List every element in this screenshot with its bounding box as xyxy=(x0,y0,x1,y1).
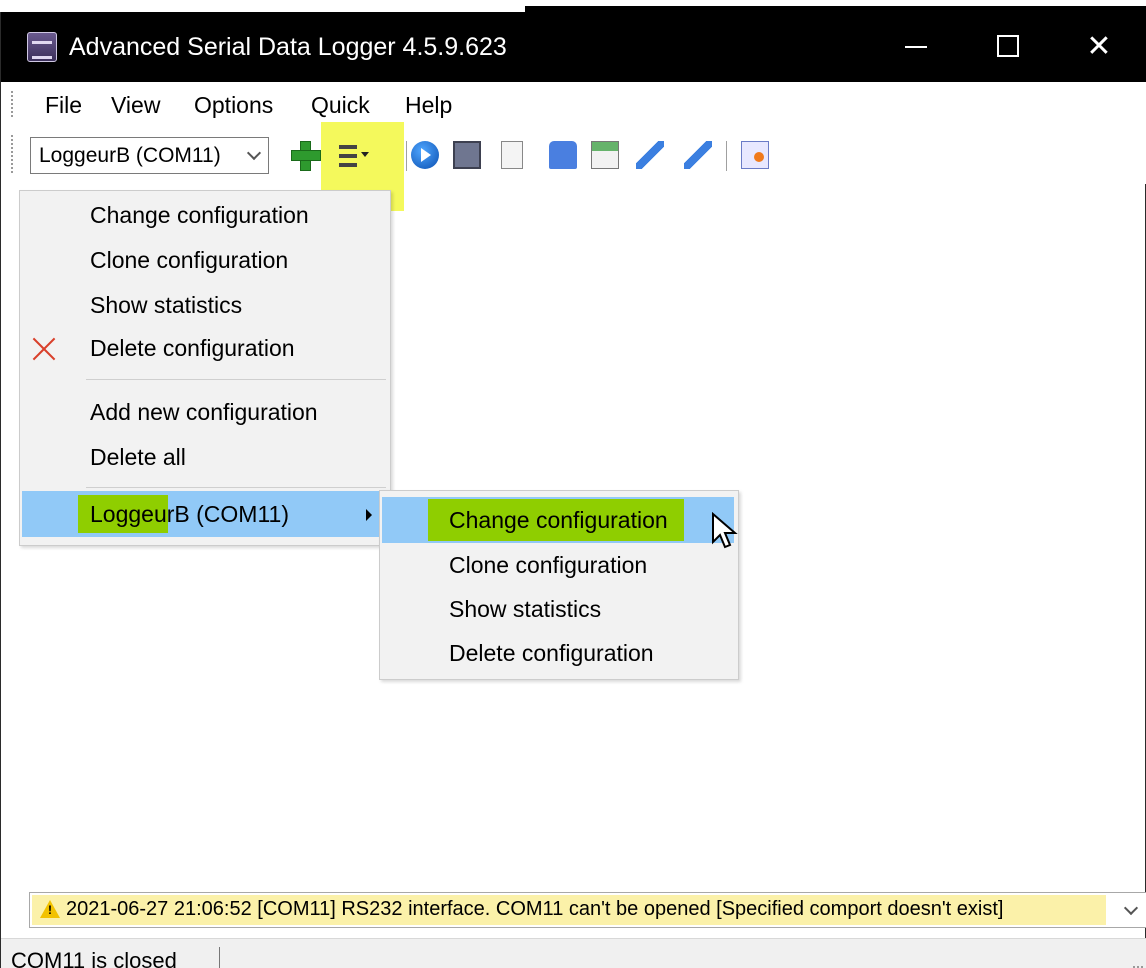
submenu-item-change-configuration[interactable]: Change configuration xyxy=(449,507,668,534)
loggeurb-submenu: Change configuration Clone configuration… xyxy=(379,490,739,680)
chevron-down-icon xyxy=(246,145,262,161)
status-bar: COM11 is closed xyxy=(1,938,1146,968)
close-icon: ✕ xyxy=(1086,30,1112,63)
configurations-menu: Change configuration Clone configuration… xyxy=(19,190,391,546)
minimize-icon xyxy=(905,46,927,48)
menu-separator xyxy=(86,379,386,380)
minimize-button[interactable] xyxy=(869,12,961,82)
toolbar-separator xyxy=(726,141,727,171)
menu-item-delete-all[interactable]: Delete all xyxy=(90,444,186,471)
maximize-button[interactable] xyxy=(961,12,1053,82)
menu-file[interactable]: File xyxy=(45,92,82,119)
toolbar-grip-handle[interactable] xyxy=(10,134,14,174)
scheduler-icon[interactable] xyxy=(591,141,619,169)
warning-icon xyxy=(40,900,60,918)
menu-item-clone-configuration[interactable]: Clone configuration xyxy=(90,247,288,274)
submenu-arrow-icon xyxy=(366,509,372,521)
toolbar-separator xyxy=(406,141,407,171)
menu-separator xyxy=(86,487,386,488)
log-messages-combo[interactable]: 2021-06-27 21:06:52 [COM11] RS232 interf… xyxy=(29,892,1146,928)
status-separator xyxy=(219,947,220,968)
port-status-text: COM11 is closed xyxy=(11,948,177,968)
filter-add-icon[interactable] xyxy=(684,141,712,169)
menu-quick[interactable]: Quick xyxy=(311,92,370,119)
menu-bar: File View Options Quick Help xyxy=(1,82,1146,126)
port-chip-icon[interactable] xyxy=(453,141,481,169)
chevron-down-icon[interactable] xyxy=(1123,900,1139,916)
app-window: Advanced Serial Data Logger 4.5.9.623 ✕ … xyxy=(0,12,1146,968)
maximize-icon xyxy=(997,35,1019,57)
menu-item-loggeurb-com11[interactable]: LoggeurB (COM11) xyxy=(90,501,289,528)
start-icon[interactable] xyxy=(411,141,439,169)
dropdown-arrow-icon xyxy=(361,152,369,157)
title-bar[interactable]: Advanced Serial Data Logger 4.5.9.623 ✕ xyxy=(1,12,1146,82)
configuration-select[interactable]: LoggeurB (COM11) xyxy=(30,137,269,174)
document-icon[interactable] xyxy=(501,141,523,169)
filter-icon[interactable] xyxy=(636,141,664,169)
submenu-item-show-statistics[interactable]: Show statistics xyxy=(449,596,601,623)
menu-options[interactable]: Options xyxy=(194,92,273,119)
menubar-grip-handle[interactable] xyxy=(10,90,14,118)
submenu-item-clone-configuration[interactable]: Clone configuration xyxy=(449,552,647,579)
add-icon[interactable] xyxy=(291,141,321,171)
menu-help[interactable]: Help xyxy=(405,92,452,119)
mouse-pointer-icon xyxy=(712,512,738,549)
menu-item-show-statistics[interactable]: Show statistics xyxy=(90,292,242,319)
menu-view[interactable]: View xyxy=(111,92,160,119)
window-title: Advanced Serial Data Logger 4.5.9.623 xyxy=(69,33,507,61)
menu-item-change-configuration[interactable]: Change configuration xyxy=(90,202,309,229)
serial-logger-app-icon xyxy=(27,32,57,62)
monitor-icon[interactable] xyxy=(549,141,577,169)
submenu-item-delete-configuration[interactable]: Delete configuration xyxy=(449,640,654,667)
menu-item-add-new-configuration[interactable]: Add new configuration xyxy=(90,399,318,426)
log-message-text: 2021-06-27 21:06:52 [COM11] RS232 interf… xyxy=(66,898,1004,920)
configuration-select-value: LoggeurB (COM11) xyxy=(39,144,221,167)
delete-x-icon xyxy=(32,337,56,361)
menu-item-delete-configuration[interactable]: Delete configuration xyxy=(90,335,295,362)
close-button[interactable]: ✕ xyxy=(1053,12,1145,82)
copy-icon[interactable] xyxy=(741,141,769,169)
configurations-list-icon[interactable] xyxy=(337,142,369,170)
